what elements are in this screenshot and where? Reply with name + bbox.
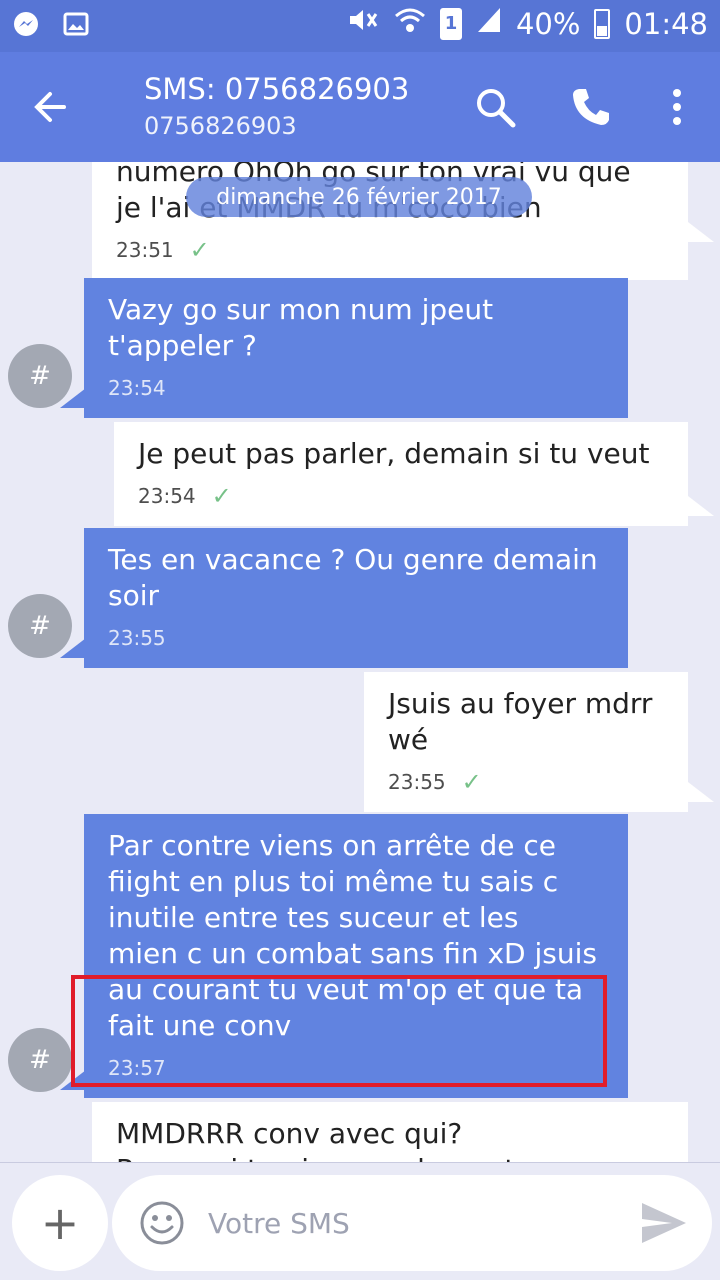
message-thread[interactable]: numero OhOh go sur ton vrai vu que je l'… bbox=[0, 162, 720, 1162]
send-icon[interactable] bbox=[638, 1197, 690, 1249]
app-bar: SMS: 0756826903 0756826903 bbox=[0, 52, 720, 162]
highlight-box bbox=[71, 975, 607, 1087]
emoji-icon[interactable] bbox=[138, 1199, 186, 1247]
bubble-tail bbox=[60, 388, 86, 408]
message-time: 23:55 bbox=[108, 626, 166, 650]
phone-icon bbox=[573, 89, 609, 125]
composer-bar: + bbox=[0, 1162, 720, 1280]
message-text: MMDRRR conv avec qui? Pourquoi tu viens … bbox=[116, 1117, 515, 1162]
add-attachment-button[interactable]: + bbox=[12, 1175, 108, 1271]
conversation-title: SMS: 0756826903 bbox=[144, 72, 410, 106]
call-button[interactable] bbox=[566, 82, 616, 132]
date-chip: dimanche 26 février 2017 bbox=[186, 177, 532, 217]
bubble-tail bbox=[60, 638, 86, 658]
delivered-check-icon: ✓ bbox=[461, 768, 482, 796]
messenger-icon bbox=[12, 10, 40, 38]
back-button[interactable] bbox=[26, 82, 76, 132]
message-text: Vazy go sur mon num jpeut t'appeler ? bbox=[108, 293, 494, 362]
search-icon bbox=[477, 89, 516, 128]
delivered-check-icon: ✓ bbox=[211, 482, 232, 510]
message-bubble-incoming[interactable]: Vazy go sur mon num jpeut t'appeler ? 23… bbox=[84, 278, 628, 418]
conversation-subtitle: 0756826903 bbox=[144, 112, 297, 140]
message-time: 23:51 bbox=[116, 238, 174, 262]
sim-badge: 1 bbox=[439, 7, 462, 40]
wifi-icon bbox=[394, 6, 426, 41]
arrow-left-icon bbox=[34, 92, 66, 122]
message-bubble-outgoing[interactable]: Je peut pas parler, demain si tu veut 23… bbox=[114, 422, 688, 526]
message-text: Jsuis au foyer mdrr wé bbox=[388, 687, 653, 756]
search-button[interactable] bbox=[470, 82, 520, 132]
message-text: Je peut pas parler, demain si tu veut bbox=[138, 437, 650, 470]
message-bubble-outgoing[interactable]: Jsuis au foyer mdrr wé 23:55 ✓ bbox=[364, 672, 688, 812]
message-bubble-outgoing[interactable]: MMDRRR conv avec qui? Pourquoi tu viens … bbox=[92, 1102, 688, 1162]
delivered-check-icon: ✓ bbox=[189, 236, 210, 264]
message-bubble-incoming[interactable]: Tes en vacance ? Ou genre demain soir 23… bbox=[84, 528, 628, 668]
clock: 01:48 bbox=[624, 6, 708, 41]
message-time: 23:54 bbox=[108, 376, 166, 400]
message-input-container bbox=[112, 1175, 712, 1271]
battery-percent: 40% bbox=[515, 6, 581, 41]
bubble-tail bbox=[688, 496, 714, 516]
mute-icon bbox=[346, 6, 380, 41]
signal-icon bbox=[476, 6, 502, 41]
gallery-icon bbox=[62, 10, 90, 38]
message-time: 23:55 bbox=[388, 770, 446, 794]
status-bar: 1 40% 01:48 bbox=[0, 0, 720, 52]
message-text: Tes en vacance ? Ou genre demain soir bbox=[108, 543, 598, 612]
more-vert-icon bbox=[673, 89, 681, 125]
bubble-tail bbox=[688, 222, 714, 242]
more-options-button[interactable] bbox=[652, 82, 702, 132]
battery-icon bbox=[594, 8, 611, 39]
sms-input[interactable] bbox=[208, 1199, 608, 1247]
bubble-tail bbox=[688, 782, 714, 802]
message-time: 23:54 bbox=[138, 484, 196, 508]
